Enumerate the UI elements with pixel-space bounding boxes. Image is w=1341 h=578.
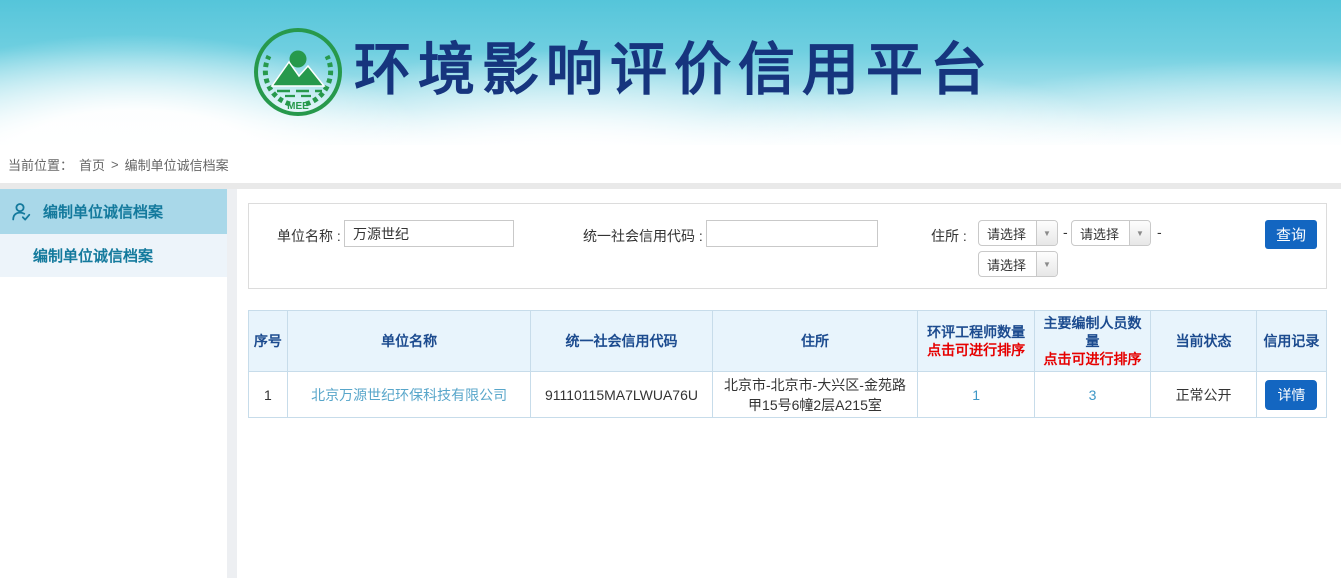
cell-status: 正常公开 [1151, 372, 1257, 418]
company-name-link[interactable]: 北京万源世纪环保科技有限公司 [311, 387, 507, 403]
district-select[interactable]: 请选择 ▼ [978, 251, 1058, 277]
breadcrumb-current: 编制单位诚信档案 [125, 155, 229, 174]
district-select-value: 请选择 [979, 252, 1036, 276]
col-header-credit-code: 统一社会信用代码 [531, 311, 712, 372]
breadcrumb-prefix: 当前位置： [8, 155, 73, 174]
sidebar: 编制单位诚信档案 编制单位诚信档案 [0, 189, 227, 578]
engineer-count-link[interactable]: 1 [972, 387, 980, 403]
table-header-row: 序号 单位名称 统一社会信用代码 住所 环评工程师数量 点击可进行排序 主要编制… [249, 311, 1327, 372]
user-check-icon [10, 201, 32, 223]
col-header-address: 住所 [712, 311, 918, 372]
col-header-index: 序号 [249, 311, 288, 372]
sort-hint: 点击可进行排序 [920, 341, 1031, 359]
content-area: 编制单位诚信档案 编制单位诚信档案 单位名称 : 统一社会信用代码 : 住所 :… [0, 189, 1341, 578]
breadcrumb-home-link[interactable]: 首页 [79, 155, 105, 174]
page: MEE 环境影响评价信用平台 当前位置： 首页 > 编制单位诚信档案 编制单位诚… [0, 0, 1341, 578]
chevron-down-icon: ▼ [1129, 221, 1150, 245]
credit-code-input[interactable] [706, 220, 878, 247]
unit-name-input[interactable] [344, 220, 514, 247]
breadcrumb-separator: > [111, 157, 119, 172]
address-dash: - [1063, 224, 1068, 240]
city-select-value: 请选择 [1072, 221, 1129, 245]
col-header-unit-name: 单位名称 [287, 311, 531, 372]
mee-logo-icon: MEE [252, 26, 344, 118]
site-title: 环境影响评价信用平台 [354, 38, 994, 104]
detail-button[interactable]: 详情 [1265, 380, 1317, 410]
cell-address: 北京市-北京市-大兴区-金苑路甲15号6幢2层A215室 [712, 372, 918, 418]
sidebar-item-label: 编制单位诚信档案 [43, 201, 163, 222]
col-header-engineer-count-sort[interactable]: 环评工程师数量 点击可进行排序 [918, 311, 1034, 372]
chevron-down-icon: ▼ [1036, 221, 1057, 245]
credit-code-label: 统一社会信用代码 : [583, 226, 703, 246]
staff-count-link[interactable]: 3 [1089, 387, 1097, 403]
chevron-down-icon: ▼ [1036, 252, 1057, 276]
col-header-credit-record: 信用记录 [1256, 311, 1326, 372]
province-select-value: 请选择 [979, 221, 1036, 245]
sidebar-subitem-unit-credit-archive[interactable]: 编制单位诚信档案 [0, 234, 227, 277]
query-button[interactable]: 查询 [1265, 220, 1317, 249]
mee-logo-text: MEE [287, 101, 309, 112]
sidebar-item-unit-credit-archive[interactable]: 编制单位诚信档案 [0, 189, 227, 234]
cell-index: 1 [249, 372, 288, 418]
unit-name-label: 单位名称 : [277, 226, 341, 246]
col-header-staff-count-sort[interactable]: 主要编制人员数量 点击可进行排序 [1034, 311, 1150, 372]
city-select[interactable]: 请选择 ▼ [1071, 220, 1151, 246]
table-row: 1 北京万源世纪环保科技有限公司 91110115MA7LWUA76U 北京市-… [249, 372, 1327, 418]
main-panel: 单位名称 : 统一社会信用代码 : 住所 : 请选择 ▼ - 请选择 ▼ - 请… [237, 189, 1341, 578]
sidebar-subitem-label: 编制单位诚信档案 [33, 245, 153, 266]
vertical-divider [227, 189, 237, 578]
cell-credit-code: 91110115MA7LWUA76U [531, 372, 712, 418]
address-label: 住所 : [931, 226, 967, 246]
search-form: 单位名称 : 统一社会信用代码 : 住所 : 请选择 ▼ - 请选择 ▼ - 请… [248, 203, 1327, 289]
sort-hint: 点击可进行排序 [1037, 350, 1148, 368]
site-header: MEE 环境影响评价信用平台 [0, 0, 1341, 145]
province-select[interactable]: 请选择 ▼ [978, 220, 1058, 246]
results-table: 序号 单位名称 统一社会信用代码 住所 环评工程师数量 点击可进行排序 主要编制… [248, 310, 1327, 418]
breadcrumb: 当前位置： 首页 > 编制单位诚信档案 [0, 145, 1341, 183]
col-header-status: 当前状态 [1151, 311, 1257, 372]
address-dash: - [1157, 224, 1162, 240]
